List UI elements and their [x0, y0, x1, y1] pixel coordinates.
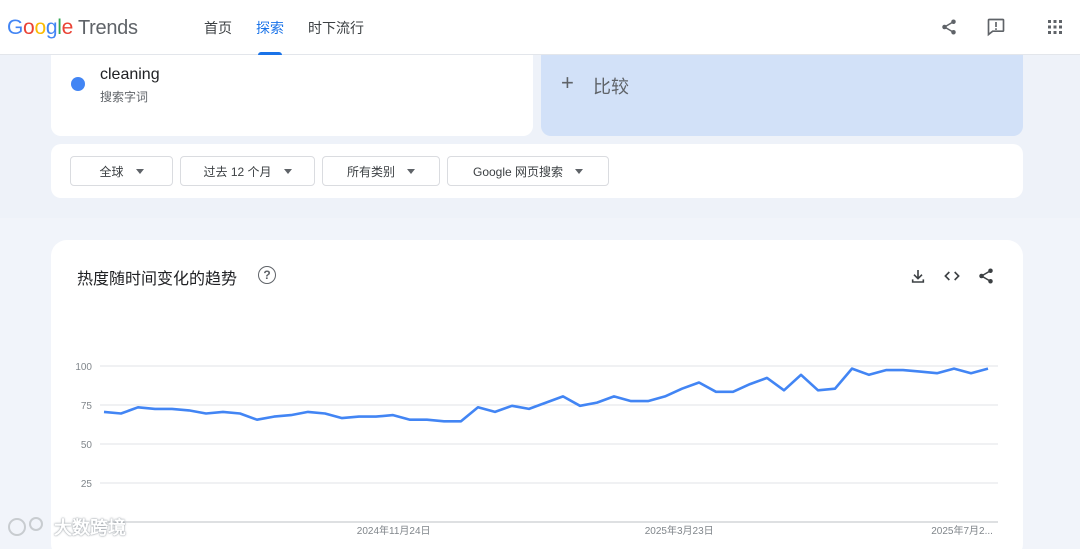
y-tick-label: 75 — [81, 401, 93, 412]
series-line-cleaning[interactable] — [103, 367, 989, 423]
watermark-text: 大数跨境 — [54, 518, 126, 538]
trend-line-chart[interactable]: 25 50 75 100 2024年11月24日 2025年3月23日 2025年7月2..… — [0, 0, 1080, 549]
x-tick-label: 2025年3月23日 — [645, 524, 714, 537]
watermark: 大数跨境 — [8, 514, 126, 540]
y-tick-label: 100 — [75, 362, 92, 373]
watermark-logo-icon — [8, 517, 43, 536]
x-tick-label: 2025年7月2... — [931, 524, 993, 537]
y-tick-label: 25 — [81, 479, 93, 490]
x-tick-label: 2024年11月24日 — [357, 524, 431, 537]
y-tick-label: 50 — [81, 440, 93, 451]
